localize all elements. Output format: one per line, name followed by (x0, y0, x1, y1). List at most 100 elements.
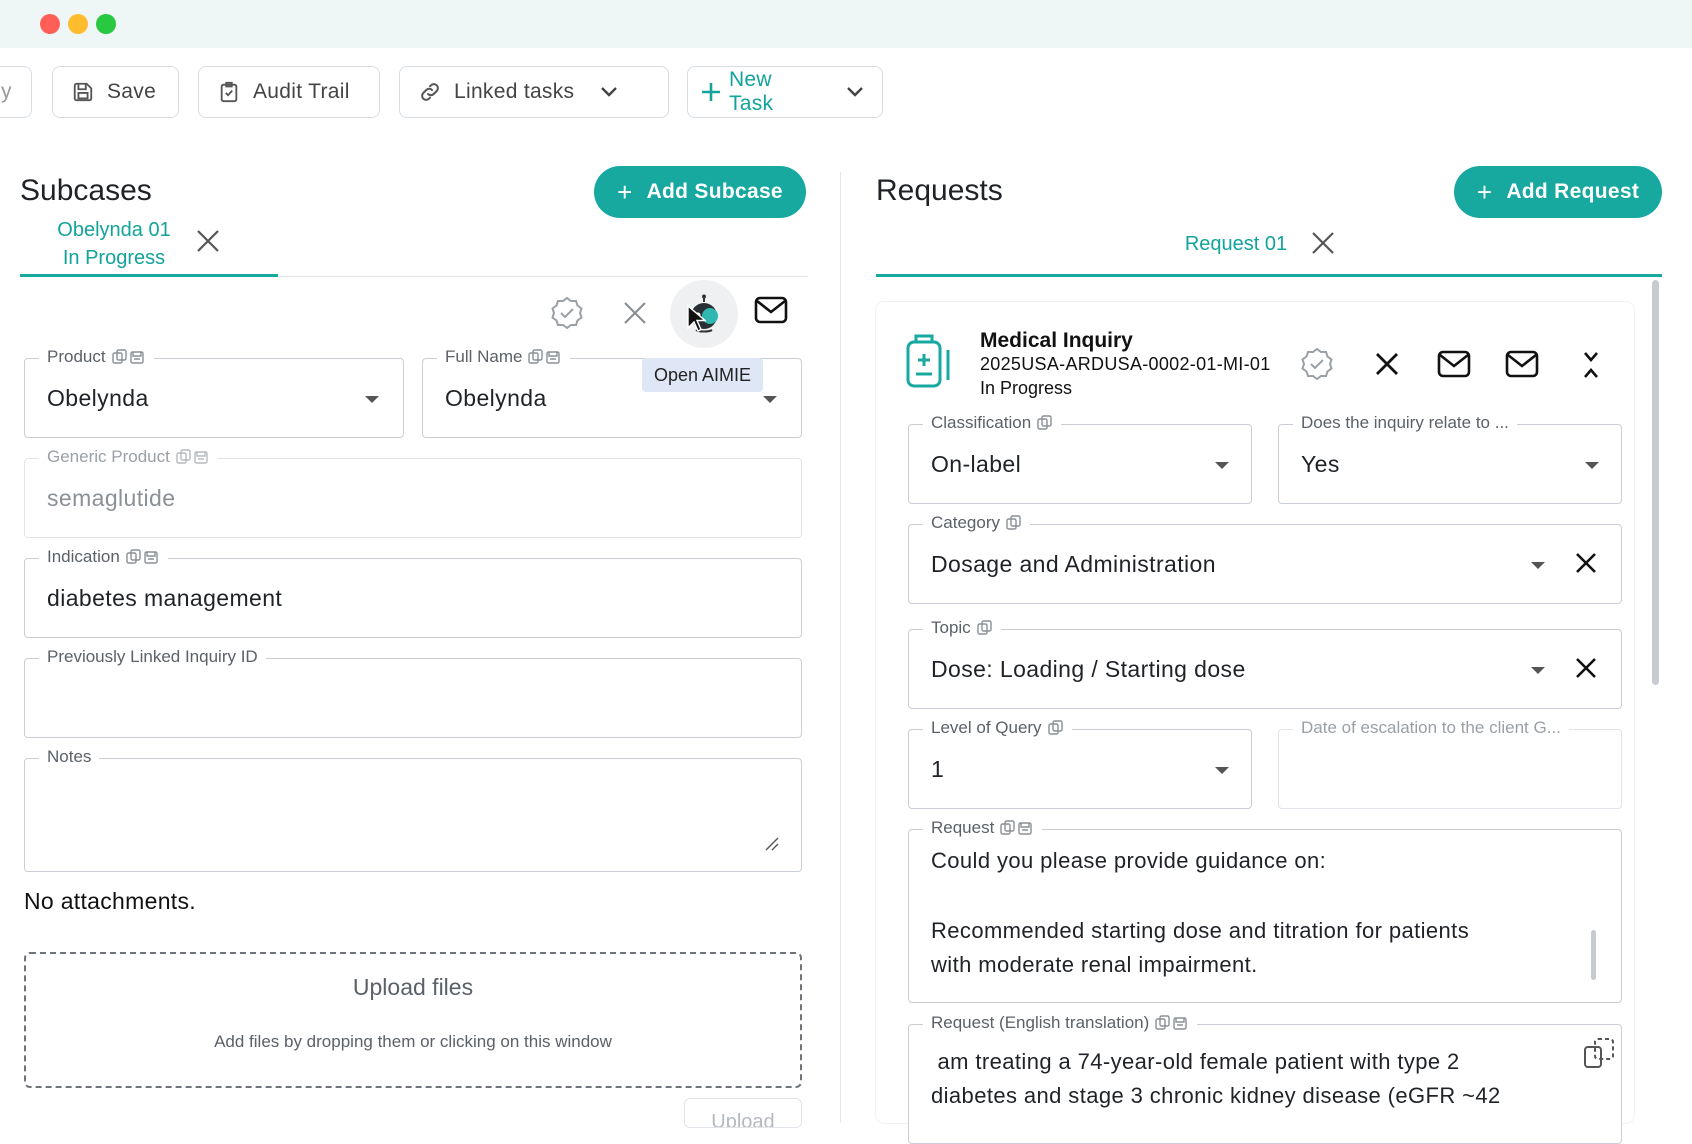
tab-request-01[interactable]: Request 01 (1166, 230, 1306, 258)
request-textarea[interactable]: Request Could you please provide guidanc… (908, 818, 1622, 1003)
upload-dropzone[interactable]: Upload files Add files by dropping them … (24, 952, 802, 1088)
link-icon (418, 80, 442, 104)
generic-product-label: Generic Product (47, 447, 170, 466)
level-of-query-select[interactable]: Level of Query 1 (908, 718, 1252, 809)
close-subcase-tab-icon[interactable] (195, 228, 221, 260)
linked-tasks-label: Linked tasks (454, 80, 575, 103)
new-task-label: New Task (728, 68, 774, 115)
close-request-tab-icon[interactable] (1310, 230, 1336, 262)
dropdown-arrow-icon (365, 396, 379, 403)
clear-category-icon[interactable] (1575, 550, 1597, 580)
collapse-icon[interactable] (1582, 350, 1600, 385)
maximize-window-button[interactable] (96, 14, 116, 34)
add-request-button[interactable]: + Add Request (1454, 166, 1662, 218)
open-aimie-button[interactable] (670, 280, 738, 348)
subcases-title: Subcases (20, 174, 152, 207)
previously-linked-label: Previously Linked Inquiry ID (47, 647, 258, 666)
medical-clipboard-icon (904, 332, 952, 395)
copy-icon (1000, 820, 1034, 836)
save-button[interactable]: Save (52, 66, 179, 118)
request-translation-textarea[interactable]: Request (English translation) am treatin… (908, 1013, 1622, 1144)
inquiry-relate-label: Does the inquiry relate to ... (1301, 413, 1509, 432)
request-line-2: Recommended starting dose and titration … (931, 918, 1470, 943)
request-tab-indicator (876, 274, 1662, 277)
request-label: Request (931, 818, 995, 837)
clipboard-check-icon (217, 80, 241, 104)
dropdown-arrow-icon (1215, 462, 1229, 469)
request-scrollbar[interactable] (1591, 930, 1596, 980)
classification-value: On-label (931, 451, 1022, 477)
add-subcase-label: Add Subcase (646, 180, 783, 203)
copy-icon (1155, 1015, 1189, 1031)
topic-select[interactable]: Topic Dose: Loading / Starting dose (908, 618, 1622, 709)
copy-icon (1006, 515, 1022, 531)
add-subcase-button[interactable]: + Add Subcase (594, 166, 806, 218)
mail-icon[interactable] (1437, 350, 1471, 383)
escalation-date-label: Date of escalation to the client G... (1301, 718, 1561, 737)
copy-icon (126, 549, 160, 565)
requests-scrollbar[interactable] (1652, 280, 1659, 685)
upload-hint: Add files by dropping them or clicking o… (214, 1032, 612, 1051)
clear-topic-icon[interactable] (1575, 655, 1597, 685)
inquiry-relate-value: Yes (1301, 451, 1340, 477)
toolbar-partial-label: y (1, 80, 12, 103)
close-window-button[interactable] (40, 14, 60, 34)
chevron-down-icon (846, 86, 864, 98)
close-icon[interactable] (1374, 351, 1400, 382)
copy-icon (1037, 415, 1053, 431)
topic-label: Topic (931, 618, 971, 637)
upload-title: Upload files (352, 974, 474, 1000)
translation-line-1: am treating a 74-year-old female patient… (931, 1049, 1460, 1074)
indication-label: Indication (47, 547, 120, 566)
previously-linked-inquiry-field[interactable]: Previously Linked Inquiry ID (24, 647, 802, 738)
plus-icon: + (617, 176, 633, 207)
copy-icon (976, 620, 993, 636)
plus-icon (700, 80, 723, 104)
full-name-label: Full Name (445, 347, 523, 366)
copy-icon (528, 349, 562, 365)
save-label: Save (107, 80, 157, 103)
topic-value: Dose: Loading / Starting dose (931, 656, 1246, 682)
classification-label: Classification (931, 413, 1032, 432)
dropdown-arrow-icon (1531, 562, 1545, 569)
toolbar-partial-button[interactable]: y (0, 66, 32, 118)
window-titlebar (0, 0, 1692, 48)
generic-product-field: Generic Product semaglutide (24, 447, 802, 538)
minimize-window-button[interactable] (68, 14, 88, 34)
resize-handle-icon[interactable] (763, 835, 779, 851)
copy-icon (1047, 720, 1064, 736)
requests-title: Requests (876, 174, 1003, 207)
indication-value: diabetes management (47, 585, 283, 611)
subcase-tab-indicator (20, 274, 278, 277)
open-aimie-tooltip: Open AIMIE (642, 358, 764, 392)
linked-tasks-dropdown[interactable]: Linked tasks (399, 66, 669, 118)
category-label: Category (931, 513, 1000, 532)
mail-icon[interactable] (1505, 350, 1539, 383)
inquiry-relate-select[interactable]: Does the inquiry relate to ... Yes (1278, 413, 1622, 504)
notes-textarea[interactable]: Notes (24, 747, 802, 872)
subcase-tab-status: In Progress (62, 247, 166, 269)
dropdown-arrow-icon (1585, 462, 1599, 469)
audit-trail-label: Audit Trail (253, 80, 350, 103)
attachments-status: No attachments. (24, 888, 196, 914)
new-task-dropdown[interactable]: New Task (687, 66, 883, 118)
indication-field[interactable]: Indication diabetes management (24, 547, 802, 638)
mail-icon[interactable] (754, 296, 788, 329)
plus-icon: + (1476, 176, 1493, 207)
product-select[interactable]: Product Obelynda (24, 347, 404, 438)
copy-translation-icon[interactable] (1583, 1037, 1615, 1074)
category-value: Dosage and Administration (931, 551, 1216, 577)
complete-check-icon[interactable] (1300, 347, 1334, 386)
audit-trail-button[interactable]: Audit Trail (198, 66, 380, 118)
classification-select[interactable]: Classification On-label (908, 413, 1252, 504)
category-select[interactable]: Category Dosage and Administration (908, 513, 1622, 604)
dropdown-arrow-icon (1531, 667, 1545, 674)
upload-button[interactable]: Upload (684, 1098, 802, 1128)
complete-check-icon[interactable] (550, 296, 584, 335)
close-icon[interactable] (622, 300, 648, 331)
subcase-tab-name: Obelynda 01 (57, 219, 171, 241)
inquiry-type: Medical Inquiry (980, 329, 1133, 352)
dropdown-arrow-icon (1215, 767, 1229, 774)
level-of-query-label: Level of Query (931, 718, 1042, 737)
dropdown-arrow-icon (763, 396, 777, 403)
